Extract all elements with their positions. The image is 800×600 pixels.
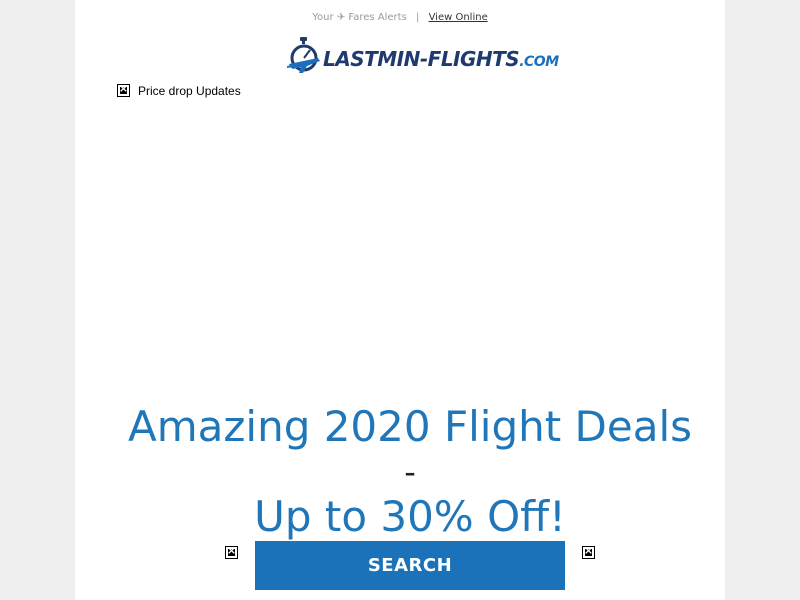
headline-line1: Amazing 2020 Flight Deals bbox=[127, 402, 693, 451]
view-online-link[interactable]: View Online bbox=[429, 12, 488, 23]
logo-wordmark: LASTMIN-FLIGHTS.COM bbox=[323, 47, 559, 71]
logo-name: LASTMIN-FLIGHTS bbox=[323, 47, 520, 71]
price-drop-banner-image[interactable]: Price drop Updates bbox=[117, 82, 241, 98]
airplane-icon: ✈ bbox=[336, 12, 346, 23]
preheader: Your ✈ Fares Alerts | View Online bbox=[75, 12, 725, 24]
brand-logo[interactable]: LASTMIN-FLIGHTS.COM bbox=[287, 36, 559, 78]
airplane-stopwatch-icon bbox=[287, 37, 320, 73]
preheader-separator: | bbox=[416, 12, 420, 23]
broken-image-icon bbox=[582, 544, 595, 559]
logo-tld: .COM bbox=[519, 54, 559, 70]
broken-image-icon bbox=[117, 82, 130, 97]
email-content: Your ✈ Fares Alerts | View Online LASTMI… bbox=[75, 0, 725, 600]
cta-left-image bbox=[225, 544, 238, 559]
broken-image-icon bbox=[225, 544, 238, 559]
headline: Amazing 2020 Flight Deals - Up to 30% Of… bbox=[75, 400, 725, 544]
preheader-prefix: Your bbox=[312, 12, 334, 23]
search-button[interactable]: SEARCH bbox=[255, 541, 565, 590]
headline-dash: - bbox=[404, 453, 416, 491]
banner-alt-text: Price drop Updates bbox=[138, 84, 241, 98]
headline-line2: Up to 30% Off! bbox=[254, 492, 566, 541]
preheader-alerts: Fares Alerts bbox=[348, 12, 407, 23]
cta-right-image bbox=[582, 544, 595, 559]
